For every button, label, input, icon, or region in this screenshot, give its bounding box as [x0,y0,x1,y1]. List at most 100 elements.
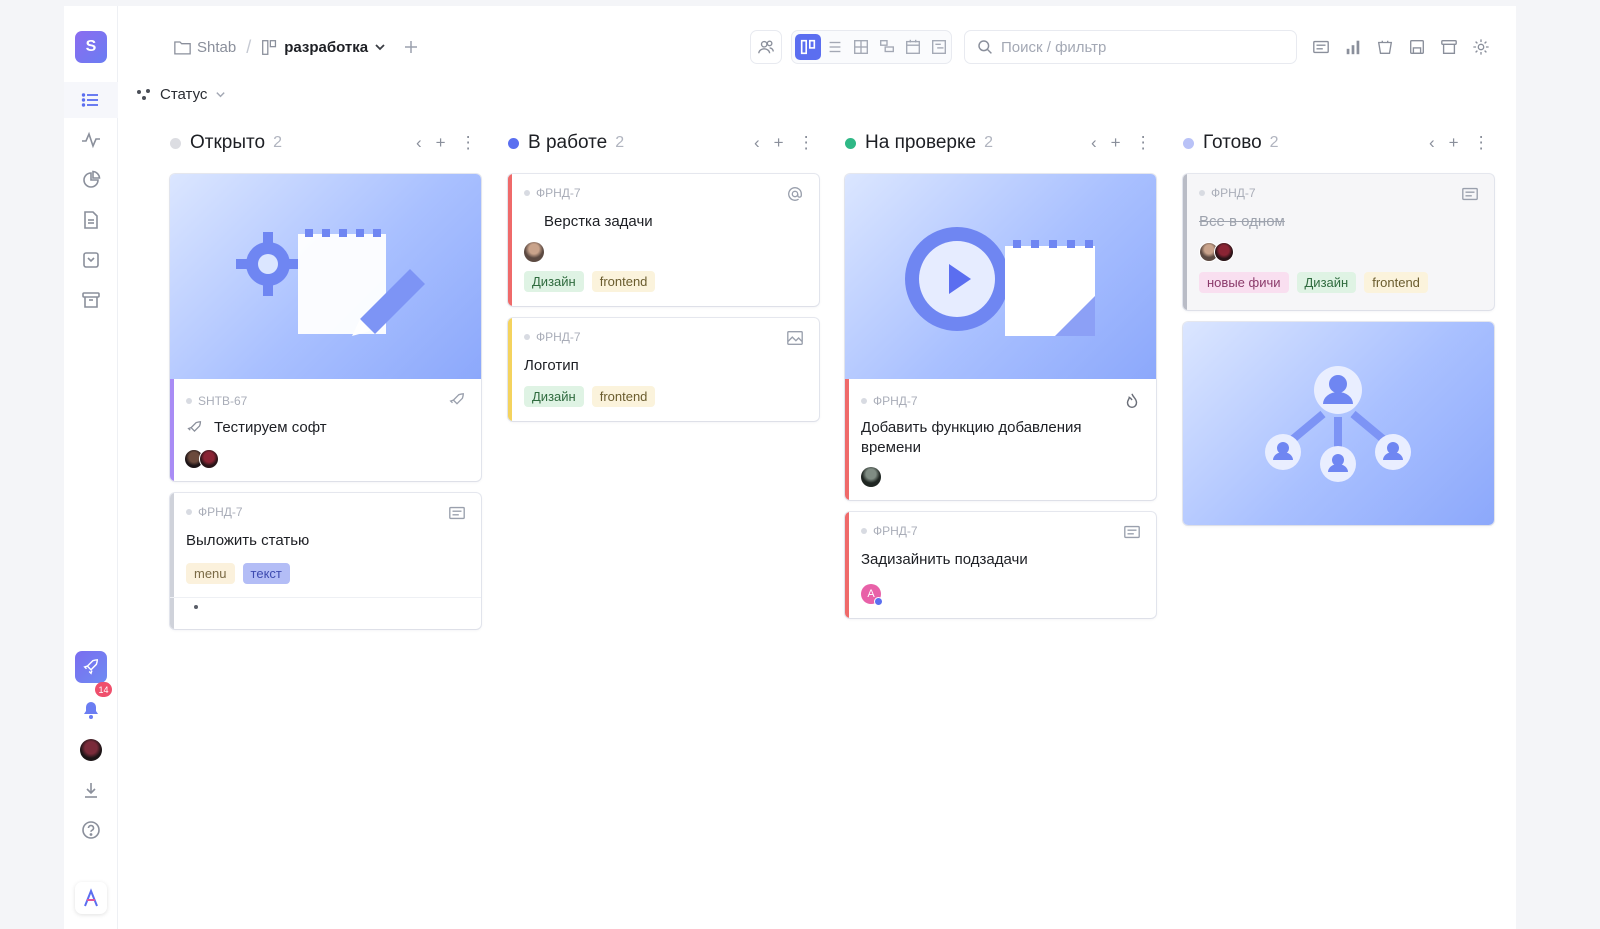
timeline-icon [932,40,946,54]
logo-letter: S [85,38,97,55]
description-icon [1462,187,1478,201]
members-button[interactable] [750,30,782,64]
more-icon[interactable]: ⋮ [798,133,815,153]
tag[interactable]: menu [186,563,235,584]
chevron-left-icon[interactable]: ‹ [416,133,422,153]
video-illustration-icon [905,227,1095,336]
save-view-button[interactable] [1403,33,1431,61]
more-icon[interactable]: ⋮ [460,133,477,153]
sidebar-item-brand[interactable] [75,882,107,914]
view-gantt-button[interactable] [874,34,900,60]
avatar [861,467,881,487]
rocket-icon [187,421,202,432]
notifications-badge: 14 [95,682,112,697]
search-box[interactable] [964,30,1297,64]
task-card[interactable]: ФРНД-7 Выложить статью menu текст [170,493,481,629]
task-card[interactable]: ФРНД-7 Задизайнить подзадачи A [845,512,1156,618]
pulse-icon [82,131,100,149]
tag[interactable]: текст [242,563,290,584]
task-card-cover[interactable] [1183,322,1494,525]
stats-button[interactable] [1339,33,1367,61]
card-id: ФРНД-7 [1199,186,1256,200]
tag[interactable]: Дизайн [1296,272,1357,293]
view-calendar-button[interactable] [900,34,926,60]
card-tags: menu текст [186,563,290,584]
add-card-icon[interactable]: + [774,133,784,153]
mention-icon [788,186,802,201]
task-card[interactable]: SHTB-67 Тестируем софт [170,174,481,481]
user-avatar [80,739,102,761]
add-card-icon[interactable]: + [1449,133,1459,153]
column-actions: ‹ + ⋮ [416,128,477,158]
card-assignees [184,449,219,469]
column-count: 2 [1269,134,1279,151]
task-card[interactable]: ФРНД-7 Все в одном новые фичи Дизайн fro… [1183,174,1494,310]
card-id: ФРНД-7 [861,394,918,408]
card-title: Логотип [524,357,579,374]
more-icon[interactable]: ⋮ [1135,133,1152,153]
column-header: На проверке 2 ‹ + ⋮ [845,128,1156,158]
chevron-left-icon[interactable]: ‹ [1429,133,1435,153]
sidebar-item-docs[interactable] [64,202,118,238]
card-status-bar [170,493,174,629]
upgrade-button[interactable] [75,651,107,683]
cards-view-button[interactable] [1307,33,1335,61]
tag[interactable]: frontend [591,271,656,292]
save-icon [1410,40,1424,54]
task-card[interactable]: ФРНД-7 Добавить функцию добавления време… [845,174,1156,500]
board-icon [262,39,277,55]
cards-icon [1313,40,1329,54]
workspace-logo[interactable]: S [75,31,107,63]
view-board-button[interactable] [795,34,821,60]
chevron-left-icon[interactable]: ‹ [1091,133,1097,153]
status-filter[interactable]: Статус [136,86,226,103]
sidebar-item-notifications[interactable] [64,692,118,728]
add-icon[interactable] [404,40,418,54]
column-count: 2 [984,134,994,151]
tag[interactable]: frontend [1364,272,1428,293]
archive-icon [1441,40,1457,54]
column-status-dot [508,137,519,149]
view-timeline-button[interactable] [926,34,952,60]
tag[interactable]: новые фичи [1199,272,1289,293]
sidebar-item-profile[interactable] [64,732,118,768]
sidebar-item-help[interactable] [64,812,118,848]
card-title: Все в одном [1199,213,1285,230]
breadcrumb-workspace[interactable]: Shtab [197,39,236,56]
sidebar-item-download[interactable] [64,772,118,808]
more-icon[interactable]: ⋮ [1473,133,1490,153]
sidebar-item-reports[interactable] [64,162,118,198]
task-card[interactable]: ФРНД-7 Верстка задачи Дизайн frontend [508,174,819,306]
settings-button[interactable] [1467,33,1495,61]
board-icon [800,39,816,55]
filter-label: Статус [160,86,208,103]
add-card-icon[interactable]: + [1111,133,1121,153]
card-title: Добавить функцию добавления времени [861,419,1082,456]
card-status-bar [508,318,512,421]
tag[interactable]: Дизайн [524,386,584,407]
divider [170,597,481,598]
avatar [199,449,219,469]
card-status-bar [845,379,849,500]
archive-button[interactable] [1435,33,1463,61]
chevron-down-icon[interactable] [374,41,386,53]
column-title: Открыто [190,132,266,153]
view-list-button[interactable] [822,34,848,60]
tag[interactable]: Дизайн [524,271,584,292]
search-input[interactable] [1001,38,1281,56]
sidebar-item-archive[interactable] [64,282,118,318]
chevron-down-icon [216,92,226,98]
sidebar-item-tasks[interactable] [64,82,118,118]
task-card[interactable]: ФРНД-7 Логотип Дизайн frontend [508,318,819,421]
chevron-left-icon[interactable]: ‹ [754,133,760,153]
column-title: В работе [528,132,608,153]
clean-button[interactable] [1371,33,1399,61]
breadcrumb-project[interactable]: разработка [284,39,368,56]
image-icon [787,331,803,345]
add-card-icon[interactable]: + [436,133,446,153]
sidebar-item-activity[interactable] [64,122,118,158]
tag[interactable]: frontend [591,386,656,407]
sidebar-item-notes[interactable] [64,242,118,278]
column-actions: ‹ + ⋮ [1091,128,1152,158]
view-table-button[interactable] [848,34,874,60]
